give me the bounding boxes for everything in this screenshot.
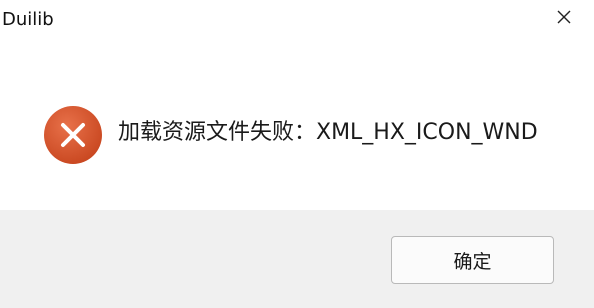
close-button[interactable]	[548, 4, 580, 34]
button-bar: 确定	[0, 210, 594, 308]
error-icon	[42, 104, 104, 166]
title-bar: Duilib	[0, 0, 594, 40]
window-title: Duilib	[2, 9, 54, 30]
ok-button[interactable]: 确定	[391, 236, 554, 284]
message-area: 加载资源文件失败：XML_HX_ICON_WND	[0, 40, 594, 210]
message-box-window: Duilib 加载资源文件失败：XML_HX_ICON_WND 确定	[0, 0, 594, 308]
error-message: 加载资源文件失败：XML_HX_ICON_WND	[118, 120, 538, 145]
close-icon	[556, 9, 572, 29]
